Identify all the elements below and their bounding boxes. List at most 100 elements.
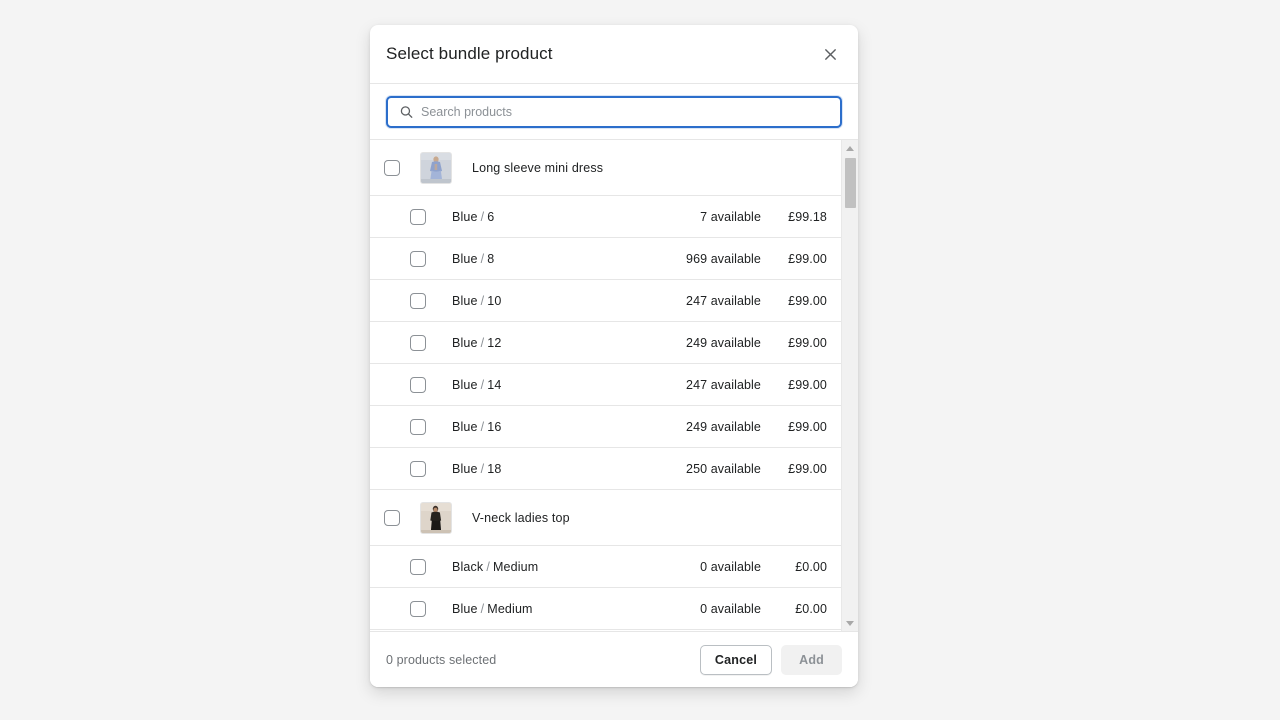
- cancel-button[interactable]: Cancel: [699, 644, 773, 675]
- variant-price: £99.18: [788, 209, 827, 224]
- scroll-down-arrow-icon[interactable]: [842, 615, 858, 631]
- variant-separator: /: [480, 251, 485, 266]
- variant-options: Blue/14: [452, 378, 641, 392]
- product-checkbox[interactable]: [384, 159, 400, 176]
- search-input[interactable]: [388, 98, 840, 126]
- search-section: [370, 84, 858, 140]
- variant-options: Black / Medium: [452, 560, 641, 574]
- select-bundle-product-modal: Select bundle product Search products Lo…: [370, 25, 858, 687]
- variant-price: £99.00: [788, 293, 827, 308]
- variant-option-2: 14: [487, 377, 502, 392]
- variant-options: Blue/18: [452, 462, 641, 476]
- variant-row[interactable]: Blue/6 7 available £99.18: [370, 196, 841, 238]
- variant-options: Blue / Medium: [452, 602, 641, 616]
- variant-availability: 249 available: [686, 419, 761, 434]
- variant-options: Blue/12: [452, 336, 641, 350]
- variant-availability: 969 available: [686, 251, 761, 266]
- product-checkbox[interactable]: [384, 509, 400, 526]
- variant-checkbox[interactable]: [410, 600, 426, 617]
- product-thumbnail: [420, 151, 452, 184]
- variant-availability: 0 available: [700, 559, 761, 574]
- variant-row[interactable]: Blue/8 969 available £99.00: [370, 238, 841, 280]
- variant-separator: /: [480, 335, 485, 350]
- selection-status: 0 products selected: [386, 652, 497, 667]
- product-row[interactable]: Long sleeve mini dress: [370, 140, 841, 196]
- product-list-region: Long sleeve mini dress Blue/6 7 available £…: [370, 140, 858, 632]
- variant-price: £99.00: [788, 419, 827, 434]
- variant-row[interactable]: Blue/18 250 available £99.00: [370, 448, 841, 490]
- variant-options: Blue/8: [452, 252, 641, 266]
- variant-row[interactable]: Blue/10 247 available £99.00: [370, 280, 841, 322]
- page-title: Select bundle product: [386, 44, 553, 63]
- variant-availability: 249 available: [686, 335, 761, 350]
- variant-price: £0.00: [795, 601, 827, 616]
- variant-option-2: 12: [487, 335, 502, 350]
- variant-options: Blue/6: [452, 210, 641, 224]
- variant-separator: /: [480, 419, 485, 434]
- variant-separator: /: [480, 601, 485, 616]
- close-icon: [822, 46, 839, 63]
- variant-option-2: 6: [487, 209, 495, 224]
- variant-option-2: Medium: [487, 601, 533, 616]
- variant-option-2: 18: [487, 461, 502, 476]
- variant-separator: /: [480, 377, 485, 392]
- variant-checkbox[interactable]: [410, 292, 426, 309]
- variant-row[interactable]: Blue/16 249 available £99.00: [370, 406, 841, 448]
- scroll-up-arrow-icon[interactable]: [842, 140, 858, 156]
- variant-price: £99.00: [788, 251, 827, 266]
- scrollbar-thumb[interactable]: [845, 158, 856, 208]
- variant-option-2: 8: [487, 251, 495, 266]
- variant-option-1: Blue: [452, 209, 478, 224]
- variant-row[interactable]: Blue/12 249 available £99.00: [370, 322, 841, 364]
- search-icon: [399, 105, 414, 120]
- variant-option-1: Blue: [452, 293, 478, 308]
- variant-separator: /: [480, 293, 485, 308]
- variant-row[interactable]: Blue/14 247 available £99.00: [370, 364, 841, 406]
- variant-row[interactable]: Black / Medium 0 available £0.00: [370, 546, 841, 588]
- variant-option-1: Blue: [452, 377, 478, 392]
- variant-checkbox[interactable]: [410, 250, 426, 267]
- variant-availability: 250 available: [686, 461, 761, 476]
- product-name: Long sleeve mini dress: [472, 160, 604, 175]
- search-field[interactable]: [386, 96, 842, 128]
- variant-price: £0.00: [795, 559, 827, 574]
- variant-price: £99.00: [788, 335, 827, 350]
- modal-header: Select bundle product: [370, 25, 858, 84]
- product-row[interactable]: V-neck ladies top: [370, 490, 841, 546]
- variant-checkbox[interactable]: [410, 334, 426, 351]
- variant-option-2: 10: [487, 293, 502, 308]
- variant-options: Blue/10: [452, 294, 641, 308]
- variant-option-1: Blue: [452, 601, 478, 616]
- variant-price: £99.00: [788, 377, 827, 392]
- variant-row[interactable]: Blue / Medium 0 available £0.00: [370, 588, 841, 630]
- variant-checkbox[interactable]: [410, 418, 426, 435]
- modal-footer: 0 products selected Cancel Add: [370, 632, 858, 687]
- variant-availability: 0 available: [700, 601, 761, 616]
- page-root: Select bundle product Search products Lo…: [0, 0, 1280, 720]
- variant-separator: /: [480, 209, 485, 224]
- variant-checkbox[interactable]: [410, 460, 426, 477]
- variant-separator: /: [486, 559, 490, 574]
- variant-option-1: Blue: [452, 419, 478, 434]
- variant-options: Blue/16: [452, 420, 641, 434]
- product-name: V-neck ladies top: [472, 510, 570, 525]
- add-button[interactable]: Add: [781, 644, 842, 675]
- product-thumbnail: [420, 501, 452, 534]
- variant-checkbox[interactable]: [410, 558, 426, 575]
- variant-availability: 7 available: [700, 209, 761, 224]
- variant-checkbox[interactable]: [410, 208, 426, 225]
- variant-checkbox[interactable]: [410, 376, 426, 393]
- variant-option-1: Blue: [452, 461, 478, 476]
- product-list: Long sleeve mini dress Blue/6 7 available £…: [370, 140, 841, 631]
- close-button[interactable]: [816, 40, 844, 68]
- variant-price: £99.00: [788, 461, 827, 476]
- list-scrollbar[interactable]: [841, 140, 858, 631]
- variant-option-1: Blue: [452, 335, 478, 350]
- variant-separator: /: [480, 461, 485, 476]
- variant-availability: 247 available: [686, 293, 761, 308]
- variant-option-1: Blue: [452, 251, 478, 266]
- variant-option-1: Black: [452, 559, 484, 574]
- variant-availability: 247 available: [686, 377, 761, 392]
- variant-option-2: 16: [487, 419, 502, 434]
- variant-option-2: Medium: [492, 559, 539, 574]
